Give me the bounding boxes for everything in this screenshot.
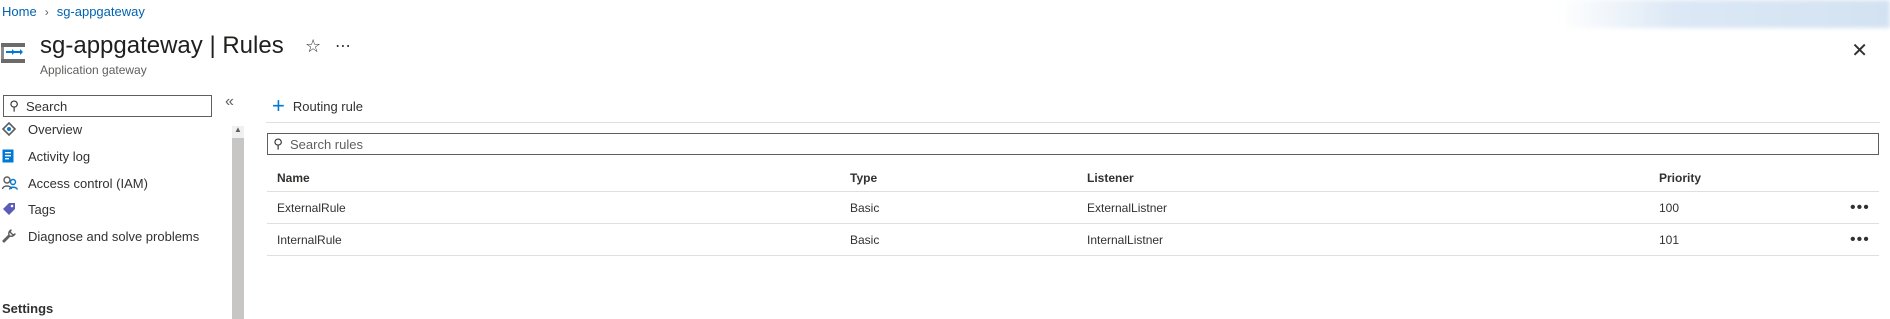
rule-name[interactable]: ExternalRule [277, 192, 346, 223]
rule-type: Basic [850, 232, 880, 247]
plus-icon: + [272, 93, 285, 118]
star-icon[interactable]: ☆ [305, 36, 321, 57]
add-routing-rule-button[interactable]: + Routing rule [266, 93, 363, 119]
rules-search-box[interactable]: ⚲ [267, 133, 1879, 155]
rule-type: Basic [850, 200, 880, 215]
sidebar-item-diagnose[interactable]: Diagnose and solve problems [0, 224, 199, 248]
menu-search-input[interactable] [24, 97, 208, 115]
breadcrumb-home[interactable]: Home [2, 4, 37, 19]
page-title: sg-appgateway | Rules [40, 32, 284, 59]
sidebar-item-label: Activity log [28, 148, 91, 164]
breadcrumb: Home › sg-appgateway [2, 4, 145, 19]
sidebar-item-label: Tags [28, 201, 56, 217]
overview-icon [0, 120, 28, 138]
add-routing-rule-label: Routing rule [292, 98, 363, 114]
resource-menu: ⚲ « Overview Activity log Access control… [0, 93, 248, 319]
chevron-right-icon: › [44, 4, 49, 19]
sidebar-item-access-control[interactable]: Access control (IAM) [0, 171, 148, 195]
sidebar-item-overview[interactable]: Overview [0, 117, 82, 141]
rules-table: Name Type Listener Priority ExternalRule… [267, 165, 1879, 256]
collapse-menu-button[interactable]: « [225, 93, 234, 111]
rule-priority: 100 [1659, 200, 1680, 215]
page-subtitle: Application gateway [40, 63, 147, 77]
sidebar-item-tags[interactable]: Tags [0, 197, 55, 221]
rule-priority: 101 [1659, 232, 1680, 247]
toolbar-divider [266, 122, 1880, 123]
column-header-name[interactable]: Name [277, 165, 310, 191]
iam-icon [0, 174, 28, 192]
tag-icon [0, 200, 28, 218]
column-header-priority[interactable]: Priority [1659, 165, 1701, 191]
close-icon[interactable]: ✕ [1851, 38, 1868, 63]
row-actions-icon[interactable]: ••• [1850, 192, 1870, 223]
table-row[interactable]: InternalRule Basic InternalListner 101 •… [267, 224, 1879, 256]
activity-log-icon [0, 147, 28, 165]
rule-name[interactable]: InternalRule [277, 224, 342, 255]
sidebar-scrollbar-thumb[interactable] [232, 138, 244, 319]
application-gateway-icon [0, 40, 30, 70]
ellipsis-icon[interactable]: ⋯ [335, 36, 352, 56]
table-header: Name Type Listener Priority [267, 165, 1879, 192]
column-header-listener[interactable]: Listener [1087, 165, 1134, 191]
rule-listener: ExternalListner [1087, 200, 1168, 215]
top-header-gradient [1560, 0, 1890, 28]
sidebar-item-label: Diagnose and solve problems [28, 228, 200, 244]
column-header-type[interactable]: Type [850, 165, 877, 191]
menu-search-box[interactable]: ⚲ [3, 95, 212, 117]
search-icon: ⚲ [9, 98, 19, 113]
scroll-up-icon[interactable]: ▲ [234, 125, 242, 134]
sidebar-item-label: Overview [28, 121, 83, 137]
rule-listener: InternalListner [1087, 232, 1164, 247]
sidebar-section-settings: Settings [2, 301, 54, 316]
rules-search-input[interactable] [288, 135, 1792, 153]
row-actions-icon[interactable]: ••• [1850, 224, 1870, 255]
breadcrumb-resource[interactable]: sg-appgateway [57, 4, 145, 19]
table-row[interactable]: ExternalRule Basic ExternalListner 100 •… [267, 192, 1879, 224]
wrench-icon [0, 227, 28, 245]
sidebar-item-label: Access control (IAM) [28, 175, 148, 191]
search-icon: ⚲ [273, 136, 283, 151]
sidebar-item-activity-log[interactable]: Activity log [0, 144, 90, 168]
